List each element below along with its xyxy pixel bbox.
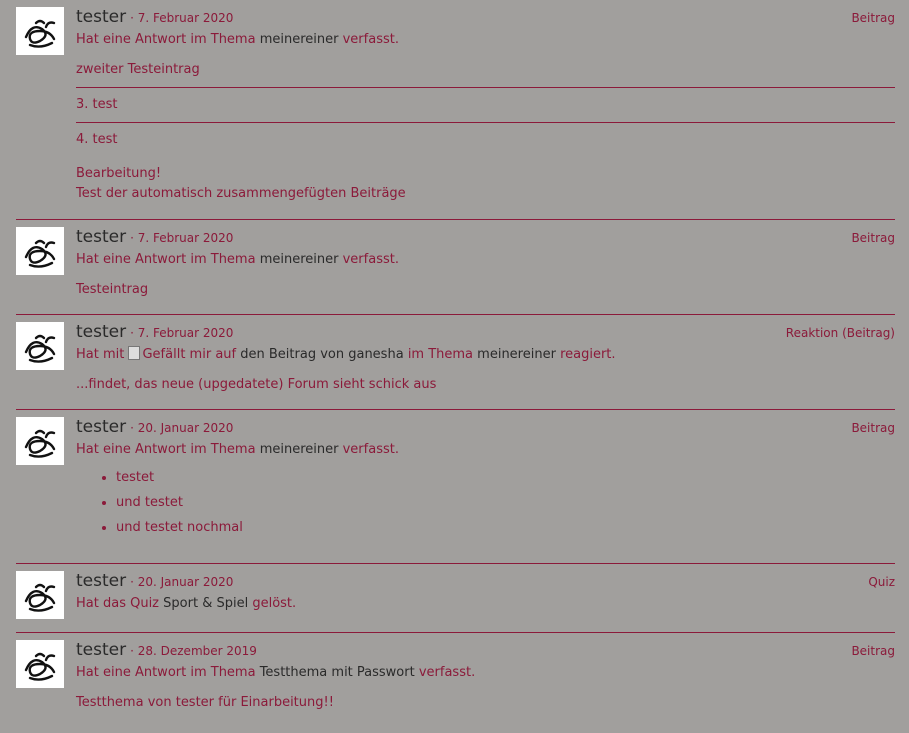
username-link[interactable]: tester: [76, 322, 126, 342]
action-text: reagiert.: [560, 347, 616, 362]
avatar[interactable]: [16, 322, 64, 370]
list-item: und testet nochmal: [116, 515, 895, 540]
topic-link[interactable]: Testthema mit Passwort: [260, 665, 415, 680]
username-link[interactable]: tester: [76, 571, 126, 591]
topic-link[interactable]: meinereiner: [477, 347, 556, 362]
action-text: Hat eine Antwort im Thema: [76, 32, 256, 47]
post-text: Testeintrag: [76, 282, 149, 297]
post-block: 3. test: [76, 87, 895, 122]
entry-date: · 7. Februar 2020: [130, 11, 234, 25]
post-text: Testthema von tester für Einarbeitung!!: [76, 695, 334, 710]
post-link[interactable]: den Beitrag von ganesha: [240, 347, 403, 362]
action-text: verfasst.: [342, 32, 399, 47]
avatar[interactable]: [16, 640, 64, 688]
entry-type-label: Quiz: [868, 575, 895, 589]
list-item: testet: [116, 465, 895, 490]
entry-type-label: Beitrag: [851, 644, 895, 658]
avatar[interactable]: [16, 417, 64, 465]
entry-type-label: Beitrag: [851, 231, 895, 245]
avatar[interactable]: [16, 227, 64, 275]
action-text: verfasst.: [418, 665, 476, 680]
action-text: verfasst.: [342, 252, 399, 267]
avatar-logo-icon: [24, 19, 56, 48]
entry-date: · 7. Februar 2020: [130, 231, 234, 245]
action-text: Hat eine Antwort im Thema: [76, 442, 256, 457]
topic-link[interactable]: meinereiner: [260, 442, 339, 457]
entry-date: · 20. Januar 2020: [130, 421, 234, 435]
post-block: 4. test: [76, 122, 895, 171]
avatar-logo-icon: [24, 239, 56, 268]
avatar-logo-icon: [24, 652, 56, 681]
post-text: ...findet, das neue (upgedatete) Forum s…: [76, 377, 437, 392]
topic-link[interactable]: meinereiner: [260, 252, 339, 267]
entry-content: Testthema von tester für Einarbeitung!!: [76, 694, 895, 712]
activity-description: Hat eine Antwort im Thema Testthema mit …: [76, 664, 895, 682]
entry-date: · 7. Februar 2020: [130, 326, 234, 340]
quiz-link[interactable]: Sport & Spiel: [163, 596, 248, 611]
activity-entry: tester · 7. Februar 2020 Reaktion (Beitr…: [16, 315, 895, 410]
action-text: Hat eine Antwort im Thema: [76, 665, 256, 680]
list-item: und testet: [116, 490, 895, 515]
username-link[interactable]: tester: [76, 227, 126, 247]
entry-content: testet und testet und testet nochmal: [76, 465, 895, 540]
broken-image-icon: [128, 346, 141, 360]
post-list: testet und testet und testet nochmal: [76, 465, 895, 540]
entry-content: zweiter Testeintrag 3. test 4. test Bear…: [76, 61, 895, 203]
entry-date: · 28. Dezember 2019: [130, 644, 257, 658]
entry-type-label: Beitrag: [851, 11, 895, 25]
avatar-logo-icon: [24, 334, 56, 363]
post-text: zweiter Testeintrag: [76, 62, 200, 77]
action-text: Hat mit: [76, 347, 125, 362]
action-text: Hat eine Antwort im Thema: [76, 252, 256, 267]
activity-description: Hat das Quiz Sport & Spiel gelöst.: [76, 595, 895, 613]
activity-description: Hat eine Antwort im Thema meinereiner ve…: [76, 31, 895, 49]
activity-description: Hat eine Antwort im Thema meinereiner ve…: [76, 251, 895, 269]
entry-type-label: Reaktion (Beitrag): [785, 326, 895, 340]
action-text: im Thema: [407, 347, 474, 362]
entry-content: Testeintrag: [76, 281, 895, 299]
activity-entry: tester · 20. Januar 2020 Quiz Hat das Qu…: [16, 564, 895, 633]
activity-entry: tester · 7. Februar 2020 Beitrag Hat ein…: [16, 220, 895, 315]
action-text: Hat das Quiz: [76, 596, 160, 611]
avatar-logo-icon: [24, 429, 56, 458]
action-text: verfasst.: [342, 442, 399, 457]
entry-content: ...findet, das neue (upgedatete) Forum s…: [76, 376, 895, 394]
post-text: 3. test: [76, 97, 118, 112]
avatar[interactable]: [16, 571, 64, 619]
post-text: Bearbeitung!: [76, 166, 162, 181]
activity-description: Hat mit Gefällt mir auf den Beitrag von …: [76, 346, 895, 364]
topic-link[interactable]: meinereiner: [260, 32, 339, 47]
post-block: zweiter Testeintrag: [76, 61, 895, 87]
post-text: Test der automatisch zusammengefügten Be…: [76, 186, 406, 201]
activity-entry: tester · 28. Dezember 2019 Beitrag Hat e…: [16, 633, 895, 733]
activity-entry: tester · 7. Februar 2020 Beitrag Hat ein…: [16, 0, 895, 220]
action-text: gelöst.: [252, 596, 297, 611]
username-link[interactable]: tester: [76, 640, 126, 660]
username-link[interactable]: tester: [76, 7, 126, 27]
activity-feed: tester · 7. Februar 2020 Beitrag Hat ein…: [16, 0, 895, 733]
activity-description: Hat eine Antwort im Thema meinereiner ve…: [76, 441, 895, 459]
avatar[interactable]: [16, 7, 64, 55]
activity-entry: tester · 20. Januar 2020 Beitrag Hat ein…: [16, 410, 895, 564]
reaction-image-alt: Gefällt mir: [142, 347, 212, 362]
avatar-logo-icon: [24, 583, 56, 612]
username-link[interactable]: tester: [76, 417, 126, 437]
entry-type-label: Beitrag: [851, 421, 895, 435]
action-text: auf: [215, 347, 237, 362]
post-text: 4. test: [76, 132, 118, 147]
entry-date: · 20. Januar 2020: [130, 575, 234, 589]
